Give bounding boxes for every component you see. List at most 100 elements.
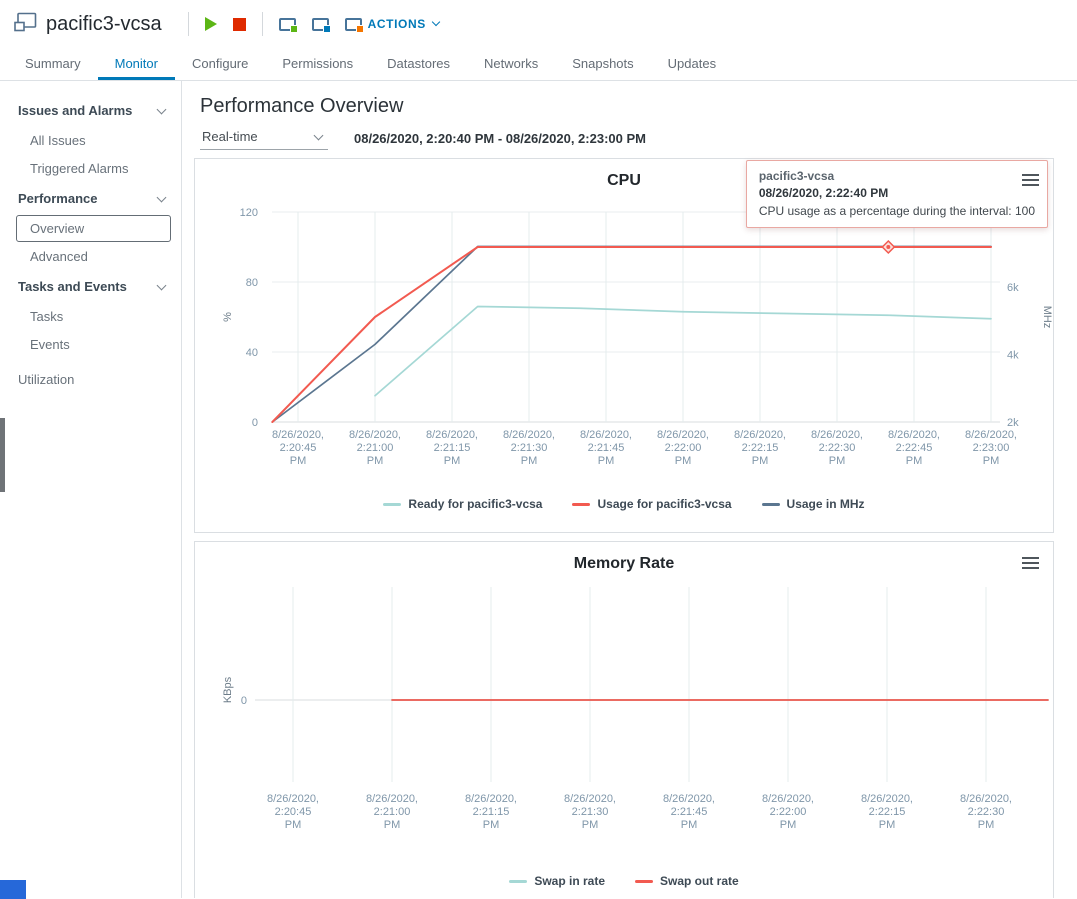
legend-swatch <box>383 503 401 506</box>
sidebar-item-triggered-alarms[interactable]: Triggered Alarms <box>0 155 181 182</box>
sidebar-item-events[interactable]: Events <box>0 331 181 358</box>
svg-text:8/26/2020,: 8/26/2020, <box>272 429 324 441</box>
svg-text:8/26/2020,: 8/26/2020, <box>503 429 555 441</box>
tab-snapshots[interactable]: Snapshots <box>555 48 650 80</box>
svg-text:PM: PM <box>780 819 797 831</box>
svg-text:MHz: MHz <box>1041 306 1053 329</box>
snapshot-icon-badge <box>356 25 364 33</box>
chevron-down-icon <box>157 104 167 114</box>
sidebar-item-advanced[interactable]: Advanced <box>0 243 181 270</box>
svg-text:2:20:45: 2:20:45 <box>275 806 312 818</box>
legend-label: Swap out rate <box>660 874 739 888</box>
svg-text:2:22:30: 2:22:30 <box>968 806 1005 818</box>
legend-swatch <box>572 503 590 506</box>
chevron-down-icon <box>157 192 167 202</box>
power-off-icon[interactable] <box>233 18 246 31</box>
svg-text:PM: PM <box>906 455 923 467</box>
chevron-down-icon <box>157 280 167 290</box>
svg-text:6k: 6k <box>1007 282 1019 294</box>
chart-tooltip: pacific3-vcsa 08/26/2020, 2:22:40 PM CPU… <box>746 160 1048 228</box>
chart-menu-icon[interactable] <box>1022 174 1039 189</box>
vm-title: pacific3-vcsa <box>46 13 162 36</box>
legend-item-usage-in-mhz: Usage in MHz <box>762 497 865 511</box>
legend-swatch <box>762 503 780 506</box>
svg-text:PM: PM <box>829 455 846 467</box>
svg-text:0: 0 <box>252 417 258 429</box>
migrate-icon[interactable] <box>312 18 329 31</box>
svg-text:2:22:15: 2:22:15 <box>869 806 906 818</box>
cpu-chart-plot[interactable]: 040801202k4k6k8/26/2020,2:20:45PM8/26/20… <box>195 195 1053 495</box>
svg-text:PM: PM <box>290 455 307 467</box>
svg-text:2k: 2k <box>1007 417 1019 429</box>
sidebar-item-all-issues[interactable]: All Issues <box>0 127 181 154</box>
sidebar-nav: Issues and Alarms All IssuesTriggered Ala… <box>0 81 182 898</box>
tab-datastores[interactable]: Datastores <box>370 48 467 80</box>
svg-text:PM: PM <box>521 455 538 467</box>
memory-chart-card: Memory Rate 08/26/2020,2:20:45PM8/26/202… <box>194 541 1054 898</box>
svg-text:8/26/2020,: 8/26/2020, <box>965 429 1017 441</box>
svg-text:8/26/2020,: 8/26/2020, <box>861 793 913 805</box>
svg-text:2:21:45: 2:21:45 <box>671 806 708 818</box>
svg-text:40: 40 <box>246 347 258 359</box>
svg-text:8/26/2020,: 8/26/2020, <box>580 429 632 441</box>
sidebar-section-label: Issues and Alarms <box>18 103 132 118</box>
toolbar-divider <box>262 12 263 36</box>
legend-item-usage-for-pacific3-vcsa: Usage for pacific3-vcsa <box>572 497 731 511</box>
svg-text:PM: PM <box>384 819 401 831</box>
legend-label: Swap in rate <box>534 874 605 888</box>
pane-resize-handle[interactable] <box>0 418 5 492</box>
cpu-chart-legend: Ready for pacific3-vcsaUsage for pacific… <box>195 497 1053 511</box>
svg-text:80: 80 <box>246 277 258 289</box>
launch-console-icon-badge <box>290 25 298 33</box>
memory-chart-plot[interactable]: 08/26/2020,2:20:45PM8/26/2020,2:21:00PM8… <box>195 578 1053 868</box>
tooltip-title: pacific3-vcsa <box>759 169 1035 183</box>
main-panel: Performance Overview Real-time 08/26/202… <box>182 81 1077 898</box>
svg-text:KBps: KBps <box>222 676 234 703</box>
chevron-down-icon <box>314 130 324 140</box>
tab-summary[interactable]: Summary <box>8 48 98 80</box>
svg-text:2:21:15: 2:21:15 <box>434 442 471 454</box>
svg-text:2:21:00: 2:21:00 <box>374 806 411 818</box>
time-range-select[interactable]: Real-time <box>200 126 328 150</box>
svg-text:8/26/2020,: 8/26/2020, <box>811 429 863 441</box>
svg-text:8/26/2020,: 8/26/2020, <box>465 793 517 805</box>
svg-text:2:21:45: 2:21:45 <box>588 442 625 454</box>
svg-text:PM: PM <box>444 455 461 467</box>
svg-text:2:20:45: 2:20:45 <box>280 442 317 454</box>
launch-console-icon[interactable] <box>279 18 296 31</box>
svg-text:2:21:30: 2:21:30 <box>511 442 548 454</box>
svg-text:8/26/2020,: 8/26/2020, <box>734 429 786 441</box>
svg-text:8/26/2020,: 8/26/2020, <box>657 429 709 441</box>
sidebar-item-utilization[interactable]: Utilization <box>0 366 181 393</box>
svg-text:PM: PM <box>483 819 500 831</box>
legend-label: Usage for pacific3-vcsa <box>597 497 731 511</box>
tab-permissions[interactable]: Permissions <box>265 48 370 80</box>
svg-text:PM: PM <box>598 455 615 467</box>
chart-menu-icon[interactable] <box>1022 557 1039 572</box>
tab-updates[interactable]: Updates <box>651 48 733 80</box>
svg-text:2:21:00: 2:21:00 <box>357 442 394 454</box>
sidebar-section-label: Performance <box>18 191 97 206</box>
migrate-icon-badge <box>323 25 331 33</box>
toolbar-divider <box>188 12 189 36</box>
tab-configure[interactable]: Configure <box>175 48 265 80</box>
svg-text:PM: PM <box>675 455 692 467</box>
svg-text:8/26/2020,: 8/26/2020, <box>366 793 418 805</box>
svg-text:%: % <box>222 312 234 322</box>
tooltip-time: 08/26/2020, 2:22:40 PM <box>759 186 1035 200</box>
actions-label: ACTIONS <box>368 17 426 31</box>
legend-label: Usage in MHz <box>787 497 865 511</box>
svg-text:PM: PM <box>983 455 1000 467</box>
snapshot-icon[interactable] <box>345 18 362 31</box>
svg-text:2:21:30: 2:21:30 <box>572 806 609 818</box>
sidebar-section-issues-and-alarms[interactable]: Issues and Alarms <box>0 95 181 126</box>
sidebar-item-tasks[interactable]: Tasks <box>0 303 181 330</box>
chevron-down-icon <box>432 18 440 26</box>
sidebar-section-tasks-and-events[interactable]: Tasks and Events <box>0 271 181 302</box>
actions-menu-button[interactable]: ACTIONS <box>368 17 439 31</box>
sidebar-section-performance[interactable]: Performance <box>0 183 181 214</box>
power-on-icon[interactable] <box>205 17 217 31</box>
tab-networks[interactable]: Networks <box>467 48 555 80</box>
sidebar-item-overview[interactable]: Overview <box>16 215 171 242</box>
tab-monitor[interactable]: Monitor <box>98 48 175 80</box>
